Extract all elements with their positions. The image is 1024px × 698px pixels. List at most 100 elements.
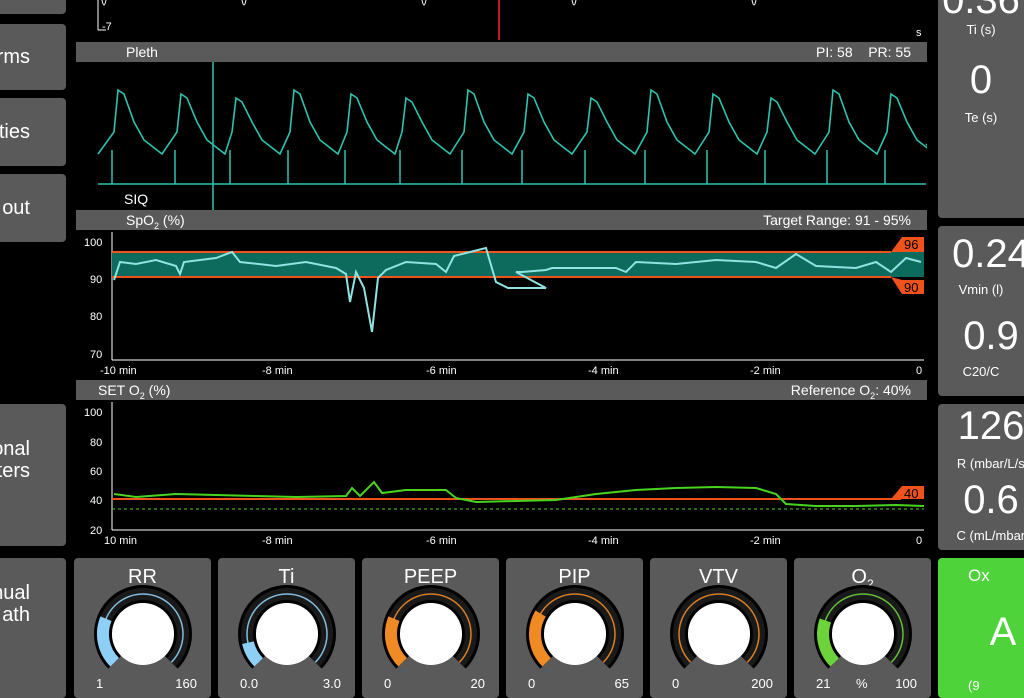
sidebar-button-additional-parameters-label: tional meters — [0, 438, 30, 482]
o2-xtick-2: -2 min — [750, 535, 781, 547]
knob-max: 160 — [175, 676, 197, 691]
mechanics-panel[interactable]: 126 R (mbar/L/s) 0.6 C (mL/mbar) — [938, 404, 1024, 550]
knob-max: 3.0 — [322, 676, 341, 691]
knob-rr[interactable]: RR 40 1 160 — [74, 558, 211, 698]
spo2-title-rest: (%) — [159, 212, 185, 228]
knob-min: 21 — [816, 676, 831, 691]
spo2-upper-limit: 96 — [904, 237, 918, 252]
knob-value-mode: Auto — [846, 638, 879, 655]
spo2-ytick-90: 90 — [90, 274, 102, 286]
spo2-xtick-8: -8 min — [262, 365, 293, 377]
knob-min: 0 — [672, 676, 680, 691]
oxygen-mode-value: A — [989, 610, 1017, 654]
o2-trend-chart: 40 100 80 60 40 20 10 min -8 min -6 min … — [84, 402, 925, 547]
pleth-header: Pleth PI: 58 PR: 55 — [76, 42, 927, 62]
ti-label: Ti (s) — [966, 22, 996, 37]
spo2-ytick-80: 80 — [90, 311, 102, 323]
o2-reference: Reference O2: 40% — [791, 382, 911, 401]
spo2-xtick-4: -4 min — [588, 365, 619, 377]
sidebar-button-activities[interactable]: ties — [0, 98, 66, 166]
o2-reference-value: 40 — [904, 486, 918, 501]
o2-ytick-80: 80 — [90, 437, 102, 449]
o2-ytick-20: 20 — [90, 525, 102, 537]
spo2-trend-chart: 96 90 100 90 80 70 -10 min -8 min -6 min… — [84, 232, 924, 377]
o2-ytick-100: 100 — [84, 407, 102, 419]
c-value: 0.6 — [963, 478, 1019, 522]
spo2-target-range: Target Range: 91 - 95% — [763, 212, 911, 228]
sidebar-button-activities-label: ties — [0, 121, 30, 143]
spo2-xtick-10: -10 min — [100, 365, 137, 377]
o2-xtick-8: -8 min — [262, 535, 293, 547]
o2-title-rest: (%) — [144, 382, 171, 398]
volume-panel[interactable]: 0.24 Vmin (l) 0.9 C20/C — [938, 226, 1024, 396]
knob-min: 0 — [528, 676, 536, 691]
knob-pip[interactable]: PIP 18 0 65 — [506, 558, 643, 698]
spo2-lower-limit: 90 — [904, 280, 918, 295]
vmin-value: 0.24 — [952, 232, 1024, 276]
pleth-waveform: SIQ — [97, 62, 927, 210]
top-waveform-unit: s — [916, 27, 922, 39]
knob-value: 0.36 — [263, 620, 310, 647]
c20-label: C20/C — [962, 364, 1000, 379]
spo2-ytick-70: 70 — [90, 349, 102, 361]
timing-panel[interactable]: 0.36 Ti (s) 0 Te (s) — [938, 0, 1024, 218]
oxygen-mode-panel[interactable]: Ox A (9 — [938, 558, 1024, 698]
r-label: R (mbar/L/s) — [956, 456, 1024, 471]
knob-o2[interactable]: O2 40 Auto 21 100% — [794, 558, 931, 698]
spo2-title: SpO2 (%) — [126, 212, 185, 231]
sidebar-button-manual-breath[interactable]: nual ath — [0, 558, 66, 698]
o2-xtick-4: -4 min — [588, 535, 619, 547]
o2-xtick-0: 0 — [916, 535, 922, 547]
top-waveform-ytick: -7 — [102, 21, 112, 33]
o2-xtick-10: 10 min — [104, 535, 137, 547]
o2-title-main: SET O — [98, 382, 140, 398]
knob-peep[interactable]: PEEP 5.0 0 20 — [362, 558, 499, 698]
sidebar-button-top[interactable] — [0, 0, 66, 14]
spo2-xtick-6: -6 min — [426, 365, 457, 377]
oxygen-mode-sub: (9 — [968, 678, 980, 693]
knob-value: 18 — [561, 620, 588, 647]
vmin-label: Vmin (l) — [958, 282, 1004, 297]
knob-max: 65 — [614, 676, 629, 691]
pleth-pr: PR: 55 — [868, 44, 911, 60]
pleth-pi-pr: PI: 58 PR: 55 — [816, 44, 911, 60]
spo2-header: SpO2 (%) Target Range: 91 - 95% — [76, 210, 927, 231]
spo2-ytick-100: 100 — [84, 237, 102, 249]
top-waveform: -7 s — [97, 0, 922, 40]
knob-value: 40 — [850, 612, 875, 637]
c-label: C (mL/mbar) — [956, 528, 1024, 543]
spo2-title-main: SpO — [126, 212, 155, 228]
knob-max: 100 — [895, 676, 917, 691]
knob-value: 40 — [129, 620, 156, 647]
sidebar-button-alarms-label: rms — [0, 46, 30, 68]
pleth-pi: PI: 58 — [816, 44, 853, 60]
spo2-xtick-0: 0 — [916, 365, 922, 377]
sidebar-button-manual-breath-label: nual ath — [0, 582, 30, 626]
knob-min: 0 — [384, 676, 392, 691]
sidebar-button-layout-label: out — [2, 197, 30, 219]
knob-value: 5.0 — [413, 620, 448, 647]
oxygen-mode-label: Ox — [968, 566, 990, 585]
o2-title: SET O2 (%) — [98, 382, 170, 401]
r-value: 126 — [957, 404, 1024, 448]
o2-ytick-40: 40 — [90, 495, 102, 507]
c20-value: 0.9 — [963, 314, 1019, 358]
knob-ti[interactable]: Ti 0.36 0.0 3.0 — [218, 558, 355, 698]
knob-min: 1 — [96, 676, 104, 691]
pleth-title: Pleth — [126, 44, 158, 60]
knob-vtv[interactable]: VTV OFF 0 200 — [650, 558, 787, 698]
o2-header: SET O2 (%) Reference O2: 40% — [76, 380, 927, 401]
sidebar-button-layout[interactable]: out — [0, 174, 66, 242]
knob-unit: % — [856, 676, 868, 691]
knob-max: 20 — [470, 676, 485, 691]
sidebar-button-additional-parameters[interactable]: tional meters — [0, 404, 66, 546]
knob-min: 0.0 — [240, 676, 259, 691]
o2-ytick-60: 60 — [90, 466, 102, 478]
o2-reference-rest: : 40% — [875, 382, 911, 398]
ti-value: 0.36 — [942, 0, 1020, 22]
o2-xtick-6: -6 min — [426, 535, 457, 547]
sidebar-button-alarms[interactable]: rms — [0, 24, 66, 90]
spo2-xtick-2: -2 min — [750, 365, 781, 377]
te-value: 0 — [969, 58, 993, 102]
te-label: Te (s) — [964, 110, 998, 125]
